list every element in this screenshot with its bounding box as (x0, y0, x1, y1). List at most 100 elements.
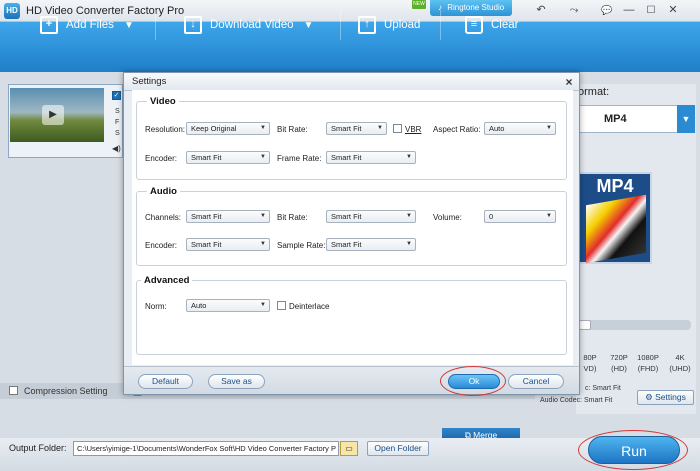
folder-icon[interactable]: ▭ (340, 441, 358, 456)
quality-label: 80P VD) (583, 353, 597, 373)
chevron-down-icon: ▼ (260, 154, 266, 160)
output-folder-label: Output Folder: (9, 443, 67, 453)
clear-label: Clear (491, 19, 519, 31)
sample-rate-label: Sample Rate: (277, 241, 326, 250)
audio-bitrate-value: Smart Fit (331, 212, 362, 221)
add-files-label: Add Files (66, 19, 114, 31)
chevron-down-icon: ▼ (406, 154, 412, 160)
advanced-group-title: Advanced (141, 275, 193, 286)
upload-icon: ↑ (358, 16, 376, 34)
undo-icon[interactable]: ↶ (532, 3, 550, 18)
audio-encoder-value: Smart Fit (191, 240, 222, 249)
play-icon[interactable]: ▶ (42, 105, 64, 125)
vbr-label[interactable]: VBR (405, 125, 421, 134)
chevron-down-icon: ▼ (260, 125, 266, 131)
clear-button[interactable]: ≡ Clear (465, 0, 518, 50)
norm-select[interactable]: Auto ▼ (186, 299, 270, 312)
chevron-down-icon: ▼ (377, 125, 383, 131)
aspect-ratio-select[interactable]: Auto ▼ (484, 122, 556, 135)
aspect-ratio-label: Aspect Ratio: (433, 125, 481, 134)
video-group-title: Video (147, 96, 179, 107)
settings-button[interactable]: ⚙ Settings (637, 390, 694, 405)
compression-label: Compression Setting (24, 386, 108, 396)
audio-codec-text: Audio Codec: Smart Fit (540, 397, 613, 404)
output-folder-field[interactable]: C:\Users\yimige-1\Documents\WonderFox So… (73, 441, 339, 456)
app-logo-icon: HD (4, 3, 20, 19)
dialog-title-bar (124, 73, 579, 91)
resolution-value: Keep Original (191, 124, 237, 133)
feedback-icon[interactable]: 💬 (598, 3, 616, 18)
video-bitrate-select[interactable]: Smart Fit ▼ (326, 122, 387, 135)
maximize-button[interactable]: ☐ (642, 3, 660, 18)
video-encoder-select[interactable]: Smart Fit ▼ (186, 151, 270, 164)
chevron-down-icon: ▼ (260, 302, 266, 308)
sample-rate-select[interactable]: Smart Fit ▼ (326, 238, 416, 251)
file-info: S F S (115, 106, 120, 139)
quality-slider[interactable] (579, 320, 691, 330)
deinterlace-checkbox[interactable] (277, 301, 286, 310)
file-info-line: S (115, 108, 120, 115)
save-as-button[interactable]: Save as (208, 374, 265, 389)
frame-rate-select[interactable]: Smart Fit ▼ (326, 151, 416, 164)
resolution-select[interactable]: Keep Original ▼ (186, 122, 270, 135)
settings-label: Settings (655, 392, 686, 402)
deinterlace-label: Deinterlace (289, 302, 330, 311)
close-icon[interactable]: × (561, 73, 577, 91)
video-encoder-label: Encoder: (145, 154, 178, 163)
speaker-icon[interactable]: ◀) (112, 144, 121, 153)
volume-select[interactable]: 0 ▼ (484, 210, 556, 223)
cancel-button[interactable]: Cancel (508, 374, 564, 389)
download-video-button[interactable]: ↓ Download Video ▼ (184, 0, 313, 50)
video-group (136, 101, 567, 180)
add-files-button[interactable]: + Add Files ▼ (40, 0, 134, 50)
norm-value: Auto (191, 301, 207, 310)
chevron-down-icon: ▼ (546, 213, 552, 219)
output-format-value: MP4 (604, 113, 627, 125)
format-preview-text: MP4 (596, 176, 634, 196)
aspect-ratio-value: Auto (489, 124, 505, 133)
audio-group-title: Audio (147, 186, 180, 197)
video-codec-text: c: Smart Fit (585, 385, 621, 392)
advanced-group (136, 280, 567, 355)
upload-button[interactable]: ↑ Upload (358, 0, 420, 50)
channels-select[interactable]: Smart Fit ▼ (186, 210, 270, 223)
download-icon: ↓ (184, 16, 202, 34)
format-artwork (586, 194, 646, 264)
chevron-down-icon: ▼ (260, 241, 266, 247)
frame-rate-value: Smart Fit (331, 153, 362, 162)
volume-value: 0 (489, 212, 494, 221)
audio-encoder-select[interactable]: Smart Fit ▼ (186, 238, 270, 251)
gear-icon: ⚙ (645, 392, 653, 402)
quality-slider-handle[interactable] (579, 320, 591, 330)
default-button[interactable]: Default (138, 374, 193, 389)
trash-icon: ≡ (465, 16, 483, 34)
audio-group (136, 191, 567, 266)
norm-label: Norm: (145, 302, 167, 311)
quality-label: 1080P (FHD) (637, 353, 659, 373)
compression-checkbox[interactable] (9, 386, 18, 395)
chevron-down-icon[interactable]: ▼ (124, 20, 134, 31)
toolbar-divider (340, 10, 341, 40)
file-info-line: F (115, 119, 120, 126)
video-encoder-value: Smart Fit (191, 153, 222, 162)
channels-label: Channels: (145, 213, 182, 222)
video-bitrate-value: Smart Fit (331, 124, 362, 133)
chevron-down-icon: ▼ (546, 125, 552, 131)
audio-encoder-label: Encoder: (145, 241, 178, 250)
file-checkbox[interactable]: ✓ (112, 91, 121, 100)
chevron-down-icon[interactable]: ▼ (304, 20, 314, 31)
open-folder-button[interactable]: Open Folder (367, 441, 429, 456)
download-video-label: Download Video (210, 19, 294, 31)
close-button[interactable]: ✕ (664, 3, 682, 18)
file-info-line: S (115, 130, 120, 137)
audio-bitrate-select[interactable]: Smart Fit ▼ (326, 210, 416, 223)
minimize-button[interactable]: — (620, 3, 638, 18)
audio-bitrate-label: Bit Rate: (277, 213, 308, 222)
vbr-checkbox[interactable] (393, 124, 402, 133)
share-icon[interactable]: ⤳ (565, 3, 583, 18)
chevron-down-icon[interactable]: ▼ (677, 105, 695, 133)
resolution-label: Resolution: (145, 125, 186, 134)
dialog-title: Settings (132, 76, 167, 87)
add-file-icon: + (40, 16, 58, 34)
chevron-down-icon: ▼ (260, 213, 266, 219)
